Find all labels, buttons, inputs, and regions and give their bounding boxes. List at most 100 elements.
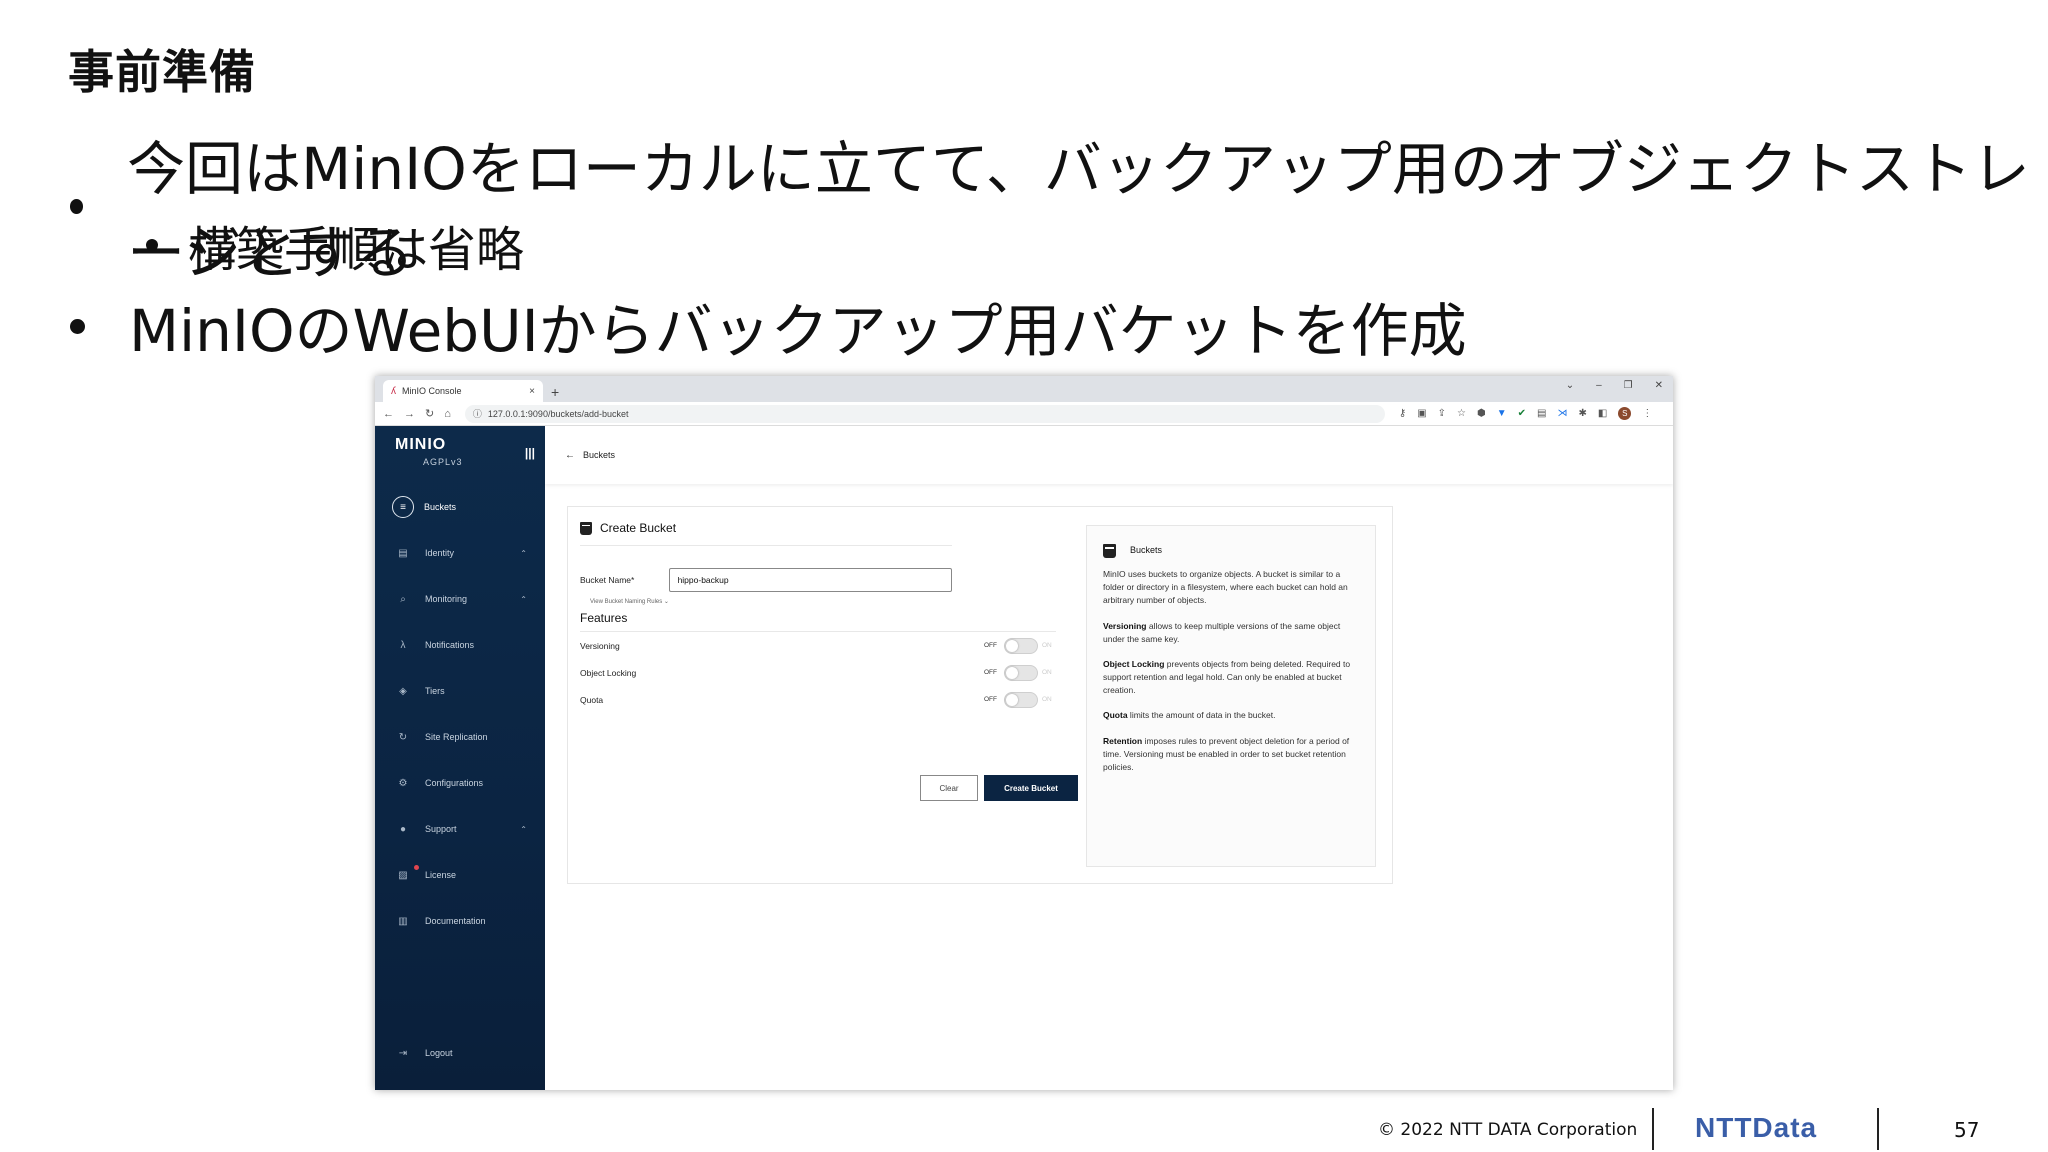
identity-icon: ▤ <box>398 547 408 559</box>
create-bucket-card: Create Bucket Bucket Name* hippo-backup … <box>567 506 1393 884</box>
help-term: Object Locking <box>1103 658 1165 669</box>
sidebar-item-site-replication[interactable]: ↻ Site Replication <box>375 714 545 760</box>
versioning-label: Versioning <box>580 640 620 651</box>
translate-icon[interactable]: ▣ <box>1417 408 1426 419</box>
versioning-row: Versioning OFF ON <box>580 632 1056 659</box>
toggle-on-label: ON <box>1042 642 1052 649</box>
create-bucket-button[interactable]: Create Bucket <box>984 775 1078 801</box>
sidebar-item-monitoring[interactable]: ⌕ Monitoring ⌃ <box>375 576 545 622</box>
bullet-3-text: MinIOのWebUIからバックアップ用バケットを作成 <box>129 297 1467 365</box>
sidebar-item-label: Logout <box>425 1048 453 1058</box>
clear-button[interactable]: Clear <box>920 775 978 801</box>
sidebar-item-buckets[interactable]: ≡ Buckets <box>375 484 545 530</box>
back-icon[interactable]: ← <box>383 408 394 420</box>
footer-divider <box>1877 1108 1879 1150</box>
toggle-knob <box>1006 693 1018 706</box>
reload-icon[interactable]: ↻ <box>425 407 434 420</box>
copyright: © 2022 NTT DATA Corporation <box>1378 1120 1638 1140</box>
quota-toggle[interactable] <box>1004 691 1038 708</box>
tab-close-icon[interactable]: × <box>529 386 535 397</box>
url-field[interactable]: ⓘ 127.0.0.1:9090/buckets/add-bucket <box>464 404 1385 423</box>
help-object-locking: Object Locking prevents objects from bei… <box>1103 658 1359 698</box>
replication-icon: ↻ <box>398 731 408 743</box>
object-locking-toggle[interactable] <box>1004 664 1038 681</box>
help-title-text: Buckets <box>1130 545 1163 556</box>
sidepanel-icon[interactable]: ◧ <box>1598 408 1607 419</box>
object-locking-row: Object Locking OFF ON <box>580 659 1056 686</box>
extension-check-icon[interactable]: ✔ <box>1518 408 1526 419</box>
key-icon[interactable]: ⚷ <box>1399 408 1406 419</box>
extension-v-icon[interactable]: ▼ <box>1497 408 1507 419</box>
breadcrumb-buckets-link[interactable]: Buckets <box>583 450 615 460</box>
forward-icon[interactable]: → <box>404 408 415 420</box>
ntt-data-logo: NTTData <box>1695 1112 1818 1143</box>
share-icon[interactable]: ⇪ <box>1438 408 1446 419</box>
help-title: Buckets <box>1103 544 1359 558</box>
sidebar-item-identity[interactable]: ▤ Identity ⌃ <box>375 530 545 576</box>
sidebar-item-license[interactable]: ▨ License <box>375 852 545 898</box>
new-tab-button[interactable]: + <box>551 384 559 400</box>
versioning-toggle[interactable] <box>1004 637 1038 654</box>
sidebar-item-label: Support <box>425 824 457 834</box>
minio-console-screenshot: ʎ MinIO Console × + ⌄ – ❐ ✕ ← → ↻ ⌂ ⓘ 12… <box>375 376 1673 1090</box>
browser-tab[interactable]: ʎ MinIO Console × <box>383 380 543 402</box>
url-text: 127.0.0.1:9090/buckets/add-bucket <box>487 408 629 419</box>
sidebar-item-label: Configurations <box>425 778 484 788</box>
minimize-button[interactable]: – <box>1596 380 1602 391</box>
create-bucket-form: Create Bucket Bucket Name* hippo-backup … <box>580 521 1078 801</box>
bucket-icon <box>1103 544 1116 558</box>
form-title-text: Create Bucket <box>600 521 677 535</box>
sidebar-item-label: Site Replication <box>425 732 488 742</box>
docs-icon: ▥ <box>398 915 408 927</box>
bullet-2-text: 構築手順は省略 <box>188 222 525 278</box>
help-term: Retention <box>1103 735 1143 746</box>
main-content: ← Buckets Create Bucket Bucket Name* hip… <box>545 426 1673 1090</box>
bullet-dot <box>146 239 158 251</box>
browser-tab-bar: ʎ MinIO Console × + ⌄ – ❐ ✕ <box>375 376 1673 402</box>
menu-kebab-icon[interactable]: ⋮ <box>1642 408 1652 419</box>
form-title: Create Bucket <box>580 521 952 546</box>
sidebar-item-notifications[interactable]: λ Notifications <box>375 622 545 668</box>
bucket-name-input[interactable]: hippo-backup <box>668 568 952 592</box>
restore-button[interactable]: ❐ <box>1624 380 1633 391</box>
tab-search-icon[interactable]: ⌄ <box>1566 380 1574 391</box>
extension-vscode-icon[interactable]: ⋊ <box>1558 408 1568 419</box>
extension-shield-icon[interactable]: ⬢ <box>1477 408 1486 419</box>
help-text: limits the amount of data in the bucket. <box>1127 710 1276 721</box>
chevron-up-icon: ⌃ <box>520 824 527 834</box>
minio-app: MINIO AGPLv3 ||| ≡ Buckets ▤ Identity ⌃ … <box>375 426 1673 1090</box>
bucket-icon <box>580 521 592 535</box>
toggle-on-label: ON <box>1042 669 1052 676</box>
window-controls: ⌄ – ❐ ✕ <box>1566 380 1663 391</box>
star-icon[interactable]: ☆ <box>1457 408 1466 419</box>
help-quota: Quota limits the amount of data in the b… <box>1103 709 1359 722</box>
home-icon[interactable]: ⌂ <box>444 408 451 420</box>
collapse-menu-icon[interactable]: ||| <box>525 446 535 460</box>
toggle-on-label: ON <box>1042 696 1052 703</box>
sidebar-item-label: Tiers <box>425 686 445 696</box>
lambda-icon: λ <box>400 639 406 651</box>
quota-label: Quota <box>580 694 604 705</box>
view-naming-rules-link[interactable]: View Bucket Naming Rules ⌄ <box>590 598 952 605</box>
bucket-name-field: Bucket Name* hippo-backup <box>580 568 952 592</box>
sidebar-item-support[interactable]: ● Support ⌃ <box>375 806 545 852</box>
site-info-icon[interactable]: ⓘ <box>473 407 482 420</box>
toggle-off-label: OFF <box>984 696 997 703</box>
object-locking-label: Object Locking <box>580 667 637 678</box>
sidebar-item-logout[interactable]: ⇥ Logout <box>375 1030 453 1076</box>
profile-avatar[interactable]: S <box>1618 407 1632 420</box>
help-versioning: Versioning allows to keep multiple versi… <box>1103 620 1359 646</box>
sidebar-item-tiers[interactable]: ◈ Tiers <box>375 668 545 714</box>
minio-favicon-icon: ʎ <box>391 385 396 397</box>
features-title: Features <box>580 611 1056 632</box>
back-arrow-icon[interactable]: ← <box>565 450 575 461</box>
help-intro: MinIO uses buckets to organize objects. … <box>1103 569 1348 606</box>
sidebar-item-configurations[interactable]: ⚙ Configurations <box>375 760 545 806</box>
toggle-knob <box>1006 666 1018 679</box>
sidebar-item-documentation[interactable]: ▥ Documentation <box>375 898 545 944</box>
close-window-button[interactable]: ✕ <box>1655 380 1663 391</box>
breadcrumb: ← Buckets <box>545 426 1673 484</box>
address-bar: ← → ↻ ⌂ ⓘ 127.0.0.1:9090/buckets/add-buc… <box>375 402 1673 426</box>
extension-doc-icon[interactable]: ▤ <box>1537 408 1546 419</box>
puzzle-icon[interactable]: ✱ <box>1579 408 1587 419</box>
